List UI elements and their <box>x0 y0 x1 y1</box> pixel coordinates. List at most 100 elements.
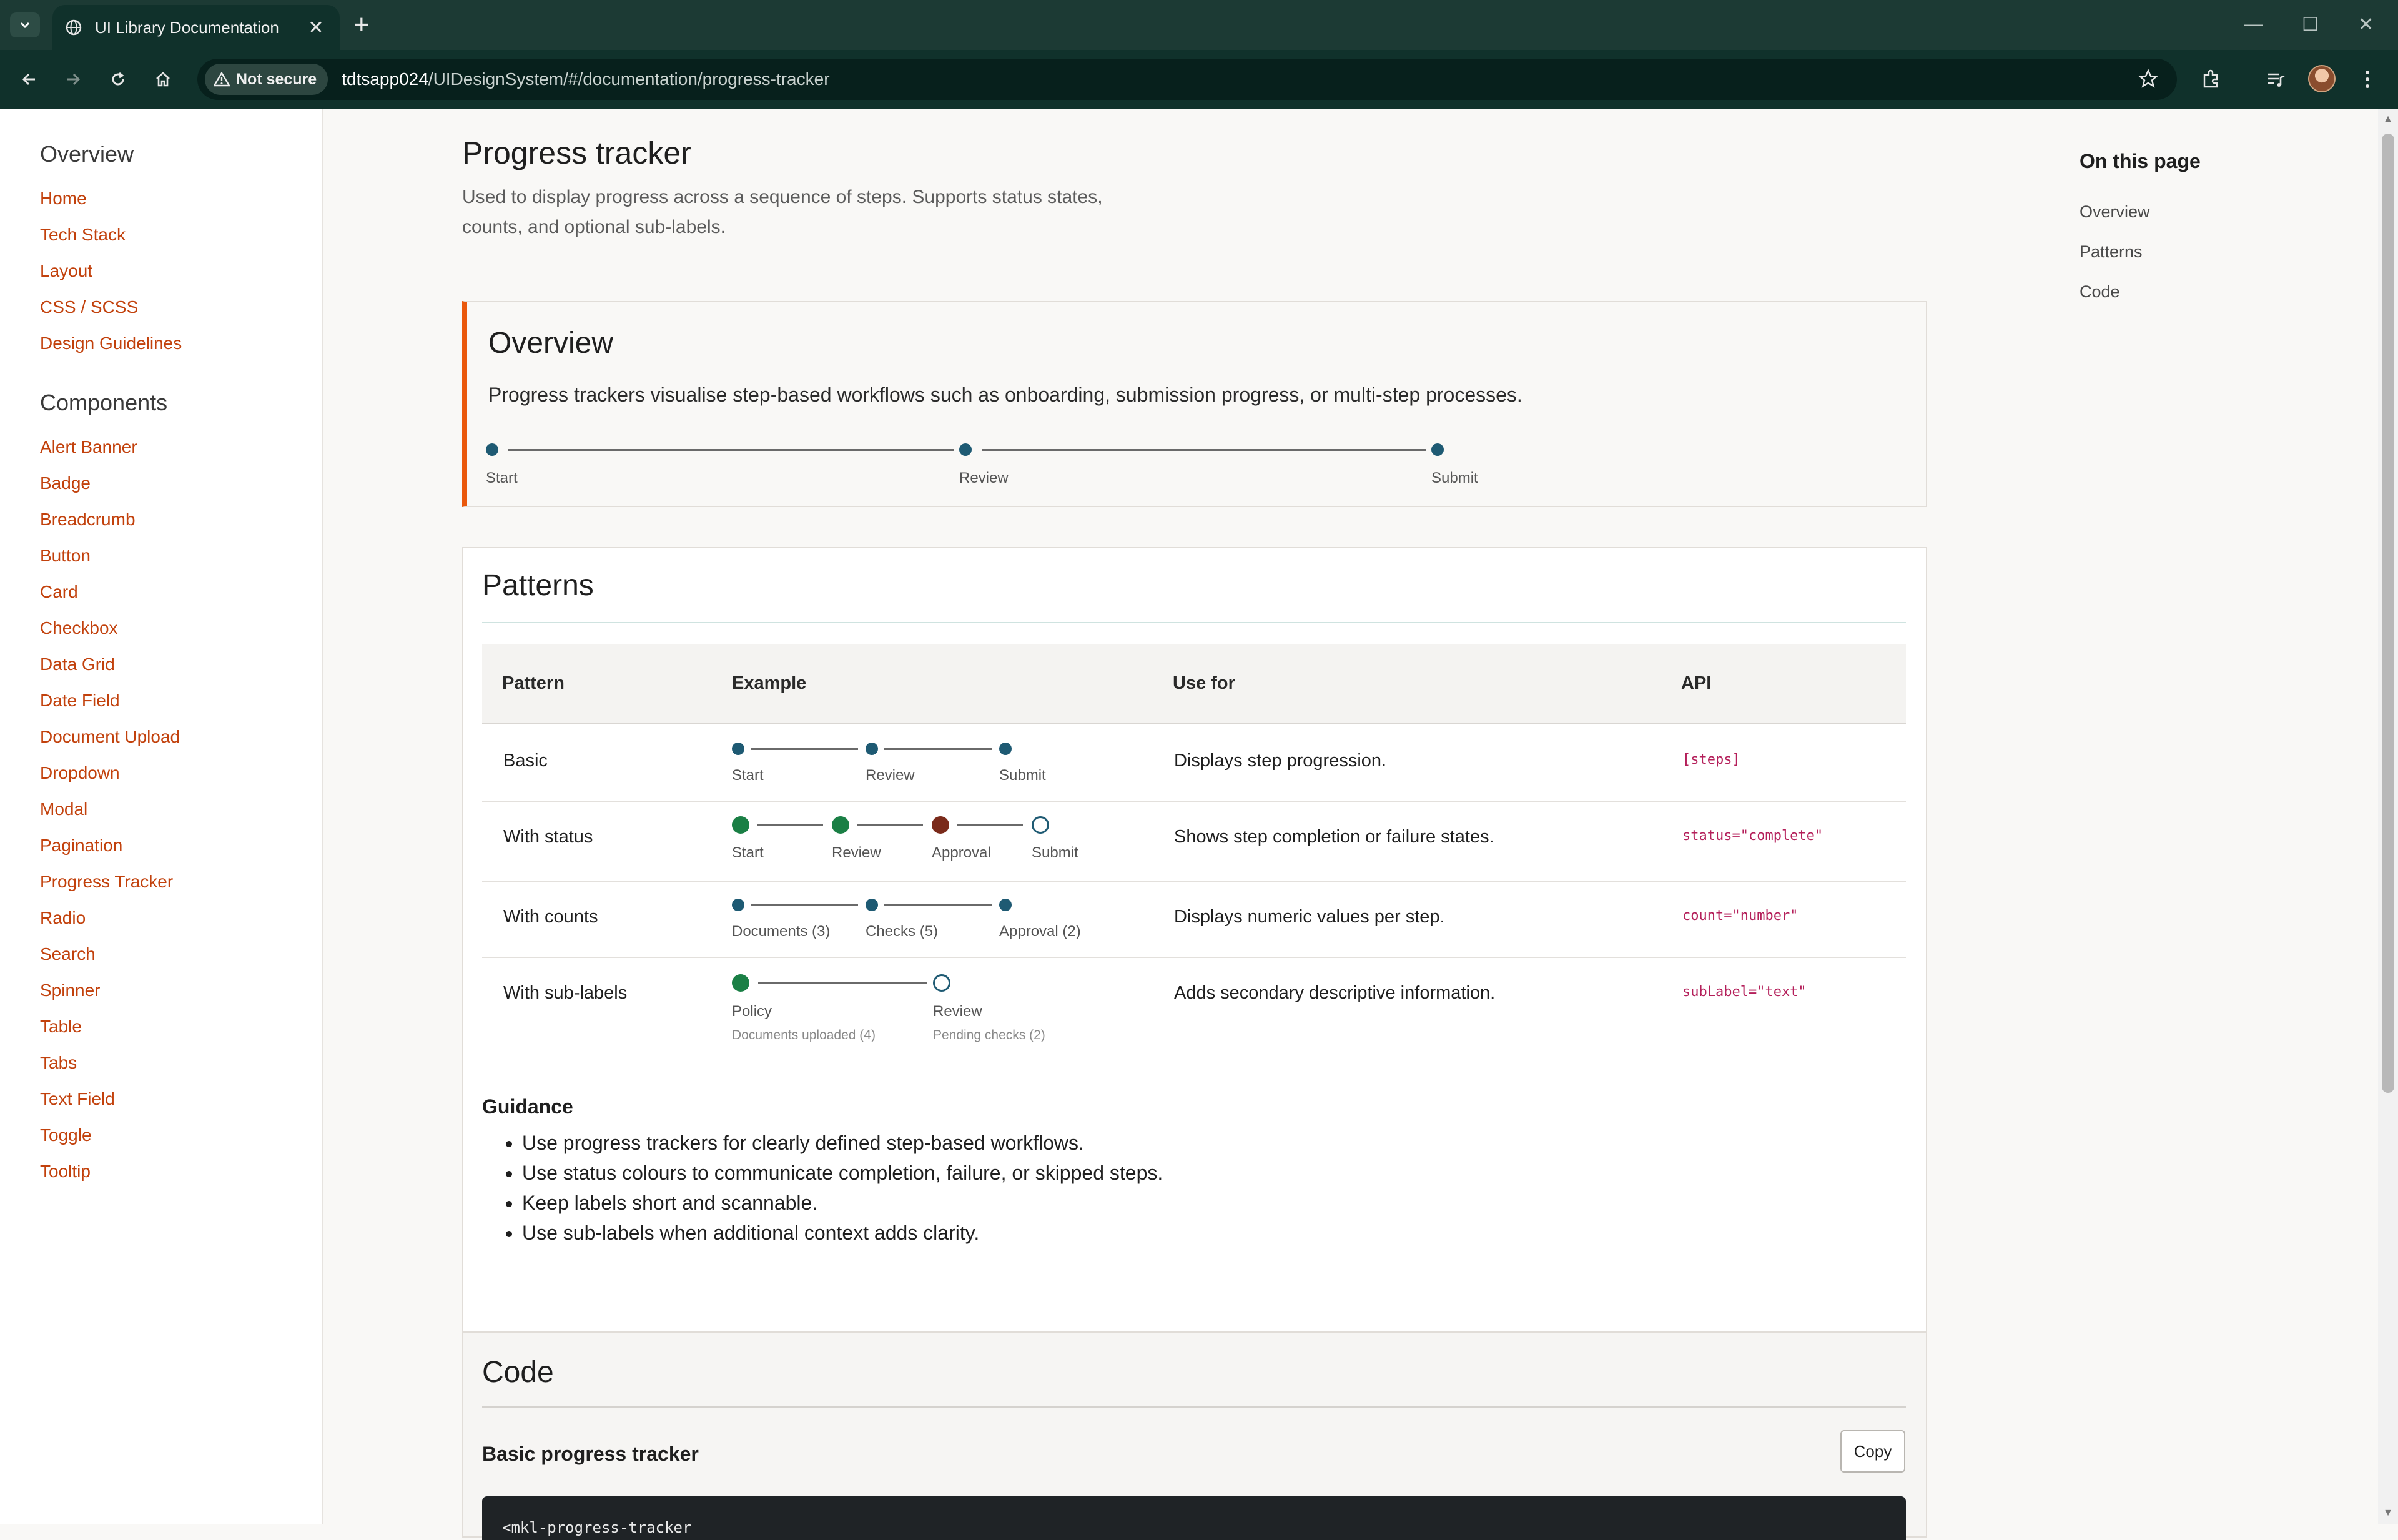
toc-link-overview[interactable]: Overview <box>2080 202 2150 222</box>
list-item: Use progress trackers for clearly define… <box>522 1128 1163 1158</box>
sidebar-item-pagination[interactable]: Pagination <box>40 836 122 856</box>
sidebar-item-progress-tracker[interactable]: Progress Tracker <box>40 872 173 892</box>
step-label: Approval <box>932 844 991 861</box>
pattern-name: Basic <box>503 751 548 771</box>
sidebar-item-tooltip[interactable]: Tooltip <box>40 1162 91 1182</box>
code-block[interactable]: <mkl-progress-tracker <box>482 1496 1906 1540</box>
step-sub-label: Documents uploaded (4) <box>732 1028 876 1042</box>
home-button[interactable] <box>147 64 179 95</box>
home-icon <box>156 72 170 87</box>
minimize-icon[interactable]: — <box>2244 14 2263 35</box>
browser-tab[interactable]: UI Library Documentation ✕ <box>52 5 340 50</box>
step-label: Review <box>959 470 1009 486</box>
page-title: Progress tracker <box>462 136 691 170</box>
section-divider <box>482 1406 1906 1408</box>
column-header-pattern: Pattern <box>502 673 565 693</box>
sidebar-item-tabs[interactable]: Tabs <box>40 1053 77 1073</box>
extensions-button[interactable] <box>2197 65 2226 94</box>
step-connector <box>884 904 992 906</box>
sidebar-item-date-field[interactable]: Date Field <box>40 691 120 711</box>
sidebar-item-button[interactable]: Button <box>40 546 91 566</box>
security-label: Not secure <box>236 70 317 88</box>
code-section: Code Basic progress tracker Copy <mkl-pr… <box>462 1331 1927 1540</box>
new-tab-button[interactable]: + <box>353 11 370 39</box>
sidebar-item-document-upload[interactable]: Document Upload <box>40 727 180 747</box>
sidebar-item-data-grid[interactable]: Data Grid <box>40 654 115 674</box>
left-sidebar: Overview Home Tech Stack Layout CSS / SC… <box>0 109 323 1524</box>
sidebar-item-toggle[interactable]: Toggle <box>40 1125 92 1145</box>
reading-list-button[interactable] <box>2262 65 2291 94</box>
copy-button[interactable]: Copy <box>1840 1430 1905 1473</box>
sidebar-item-dropdown[interactable]: Dropdown <box>40 763 120 783</box>
api-code: count="number" <box>1682 908 1798 924</box>
pattern-name: With status <box>503 827 593 847</box>
step-dot <box>1431 443 1444 456</box>
step-dot <box>732 743 744 755</box>
code-heading: Code <box>482 1356 554 1389</box>
list-item: Use status colours to communicate comple… <box>522 1158 1163 1188</box>
sidebar-item-checkbox[interactable]: Checkbox <box>40 618 118 638</box>
row-divider <box>482 801 1906 802</box>
step-label: Submit <box>999 767 1046 784</box>
browser-menu-button[interactable] <box>2353 65 2382 94</box>
close-tab-icon[interactable]: ✕ <box>305 17 327 39</box>
use-for-text: Displays step progression. <box>1174 751 1387 771</box>
guidance-heading: Guidance <box>482 1095 573 1118</box>
scrollbar-thumb[interactable] <box>2382 134 2394 1093</box>
sidebar-item-css-scss[interactable]: CSS / SCSS <box>40 297 138 317</box>
sidebar-item-spinner[interactable]: Spinner <box>40 980 101 1000</box>
reload-button[interactable] <box>102 64 134 95</box>
url-text: tdtsapp024/UIDesignSystem/#/documentatio… <box>342 69 829 89</box>
scroll-up-icon[interactable]: ▲ <box>2382 114 2394 126</box>
row-divider <box>482 957 1906 958</box>
sidebar-item-badge[interactable]: Badge <box>40 473 91 493</box>
step-label: Submit <box>1431 470 1478 486</box>
step-label: Review <box>933 1003 982 1020</box>
code-subheading: Basic progress tracker <box>482 1443 699 1465</box>
playlist-icon <box>2268 73 2285 87</box>
sidebar-item-breadcrumb[interactable]: Breadcrumb <box>40 510 136 530</box>
globe-icon <box>66 19 82 36</box>
toc-link-patterns[interactable]: Patterns <box>2080 242 2143 262</box>
step-sub-label: Pending checks (2) <box>933 1028 1045 1042</box>
step-dot <box>959 443 972 456</box>
overview-heading: Overview <box>488 327 614 360</box>
column-header-example: Example <box>732 673 807 693</box>
profile-avatar[interactable] <box>2308 65 2336 92</box>
use-for-text: Shows step completion or failure states. <box>1174 827 1494 847</box>
sidebar-item-design-guidelines[interactable]: Design Guidelines <box>40 333 182 353</box>
step-label: Start <box>732 844 764 861</box>
status-complete-dot <box>832 816 849 834</box>
forward-button[interactable] <box>57 64 89 95</box>
maximize-icon[interactable]: ☐ <box>2302 14 2319 36</box>
step-label: Policy <box>732 1003 772 1020</box>
sidebar-item-modal[interactable]: Modal <box>40 799 87 819</box>
toc-link-code[interactable]: Code <box>2080 282 2120 302</box>
back-button[interactable] <box>14 64 45 95</box>
step-label: Submit <box>1032 844 1078 861</box>
step-dot <box>732 899 744 911</box>
window-close-icon[interactable]: ✕ <box>2358 14 2374 36</box>
step-label: Review <box>866 767 915 784</box>
sidebar-item-search[interactable]: Search <box>40 944 96 964</box>
star-icon <box>2138 69 2159 88</box>
sidebar-item-alert-banner[interactable]: Alert Banner <box>40 437 137 457</box>
sidebar-item-table[interactable]: Table <box>40 1017 82 1037</box>
scroll-down-icon[interactable]: ▼ <box>2382 1508 2394 1520</box>
sidebar-item-card[interactable]: Card <box>40 582 78 602</box>
tab-search-button[interactable] <box>10 12 40 37</box>
sidebar-item-radio[interactable]: Radio <box>40 908 86 928</box>
sidebar-item-home[interactable]: Home <box>40 189 87 209</box>
step-connector <box>751 904 858 906</box>
status-complete-dot <box>732 974 749 992</box>
sidebar-item-layout[interactable]: Layout <box>40 261 92 281</box>
sidebar-item-tech-stack[interactable]: Tech Stack <box>40 225 126 245</box>
sidebar-heading-overview: Overview <box>40 141 134 167</box>
bookmark-star-button[interactable] <box>2138 69 2159 92</box>
step-label: Start <box>486 470 518 486</box>
security-indicator[interactable]: Not secure <box>205 64 328 95</box>
patterns-section: Patterns Pattern Example Use for API Bas… <box>462 547 1927 1399</box>
address-bar[interactable]: Not secure tdtsapp024/UIDesignSystem/#/d… <box>197 59 2177 100</box>
sidebar-item-text-field[interactable]: Text Field <box>40 1089 115 1109</box>
browser-toolbar: Not secure tdtsapp024/UIDesignSystem/#/d… <box>0 50 2398 109</box>
